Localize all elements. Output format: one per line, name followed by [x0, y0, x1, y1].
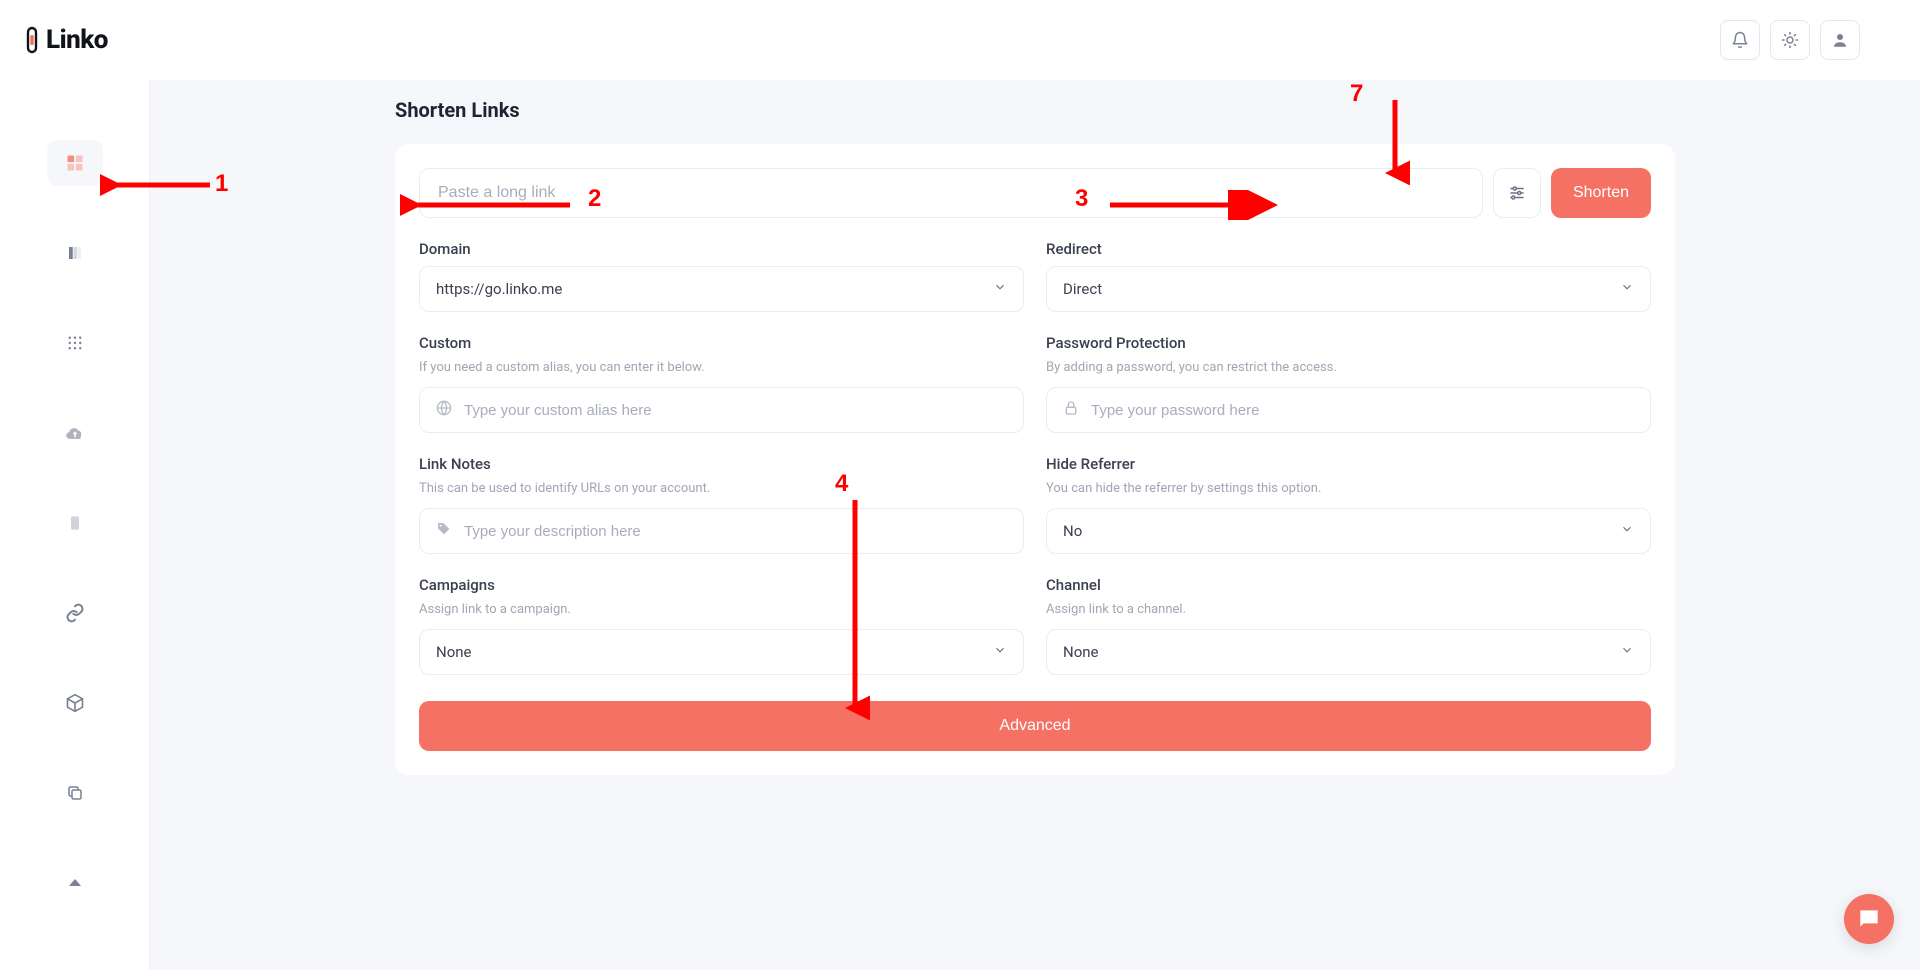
chevron-down-icon	[1620, 522, 1634, 540]
options-toggle-button[interactable]	[1493, 168, 1541, 218]
sidebar-item-device[interactable]	[47, 500, 103, 546]
notes-field: Link Notes This can be used to identify …	[419, 455, 1024, 554]
sidebar-item-box[interactable]	[47, 680, 103, 726]
notes-input[interactable]	[464, 523, 1007, 540]
dots-grid-icon	[66, 334, 84, 352]
phone-icon	[67, 513, 83, 533]
chat-launcher[interactable]	[1844, 894, 1894, 944]
channel-field: Channel Assign link to a channel. None	[1046, 576, 1651, 675]
topbar-actions	[1720, 20, 1920, 60]
chevron-down-icon	[993, 280, 1007, 298]
custom-help: If you need a custom alias, you can ente…	[419, 360, 1024, 375]
sidebar-item-pages[interactable]	[47, 230, 103, 276]
sidebar-item-qr[interactable]	[47, 320, 103, 366]
chevron-down-icon	[1620, 643, 1634, 661]
sidebar-item-dashboard[interactable]	[47, 140, 103, 186]
custom-field: Custom If you need a custom alias, you c…	[419, 334, 1024, 433]
campaigns-value: None	[436, 643, 472, 661]
brand-name: Linko	[46, 25, 108, 55]
password-field: Password Protection By adding a password…	[1046, 334, 1651, 433]
globe-icon	[436, 400, 452, 420]
content-scroll[interactable]: Shorten Links Shorten Domain	[150, 80, 1920, 970]
grid-icon	[65, 153, 85, 173]
hide-referrer-select[interactable]: No	[1046, 508, 1651, 554]
user-icon	[1831, 31, 1849, 49]
columns-icon	[66, 244, 84, 262]
url-row: Shorten	[419, 168, 1651, 218]
password-input[interactable]	[1091, 402, 1634, 419]
chevron-down-icon	[1620, 280, 1634, 298]
password-label: Password Protection	[1046, 334, 1651, 352]
logo[interactable]: Linko	[0, 25, 150, 55]
notes-help: This can be used to identify URLs on you…	[419, 481, 1024, 496]
hide-referrer-value: No	[1063, 522, 1082, 540]
redirect-label: Redirect	[1046, 240, 1651, 258]
sidebar-item-upload[interactable]	[47, 410, 103, 456]
redirect-select[interactable]: Direct	[1046, 266, 1651, 312]
logo-icon	[22, 26, 42, 54]
channel-value: None	[1063, 643, 1099, 661]
lock-icon	[1063, 400, 1079, 420]
channel-label: Channel	[1046, 576, 1651, 594]
shorten-button[interactable]: Shorten	[1551, 168, 1651, 218]
topbar: Linko	[0, 0, 1920, 80]
notifications-button[interactable]	[1720, 20, 1760, 60]
bell-icon	[1731, 31, 1749, 49]
channel-help: Assign link to a channel.	[1046, 602, 1651, 617]
password-help: By adding a password, you can restrict t…	[1046, 360, 1651, 375]
campaigns-select[interactable]: None	[419, 629, 1024, 675]
sidebar-item-copy[interactable]	[47, 770, 103, 816]
custom-label: Custom	[419, 334, 1024, 352]
cloud-upload-icon	[65, 423, 85, 443]
redirect-field: Redirect Direct	[1046, 240, 1651, 312]
theme-toggle-button[interactable]	[1770, 20, 1810, 60]
redirect-value: Direct	[1063, 280, 1102, 298]
domain-select[interactable]: https://go.linko.me	[419, 266, 1024, 312]
box-icon	[65, 693, 85, 713]
page-title: Shorten Links	[395, 98, 1675, 122]
hide-referrer-label: Hide Referrer	[1046, 455, 1651, 473]
notes-label: Link Notes	[419, 455, 1024, 473]
shorten-card: Shorten Domain https://go.linko.me	[395, 144, 1675, 775]
channel-select[interactable]: None	[1046, 629, 1651, 675]
sun-icon	[1781, 31, 1799, 49]
long-url-input[interactable]	[419, 168, 1483, 218]
sidebar-item-more[interactable]	[47, 860, 103, 906]
campaigns-label: Campaigns	[419, 576, 1024, 594]
chevron-down-icon	[993, 643, 1007, 661]
domain-label: Domain	[419, 240, 1024, 258]
campaigns-help: Assign link to a campaign.	[419, 602, 1024, 617]
link-icon	[65, 603, 85, 623]
copy-icon	[66, 784, 84, 802]
sidebar-item-links[interactable]	[47, 590, 103, 636]
tag-icon	[436, 521, 452, 541]
hide-referrer-help: You can hide the referrer by settings th…	[1046, 481, 1651, 496]
caret-up-icon	[69, 879, 81, 887]
chat-icon	[1856, 906, 1882, 932]
custom-alias-input[interactable]	[464, 402, 1007, 419]
user-menu-button[interactable]	[1820, 20, 1860, 60]
advanced-button[interactable]: Advanced	[419, 701, 1651, 751]
campaigns-field: Campaigns Assign link to a campaign. Non…	[419, 576, 1024, 675]
domain-value: https://go.linko.me	[436, 280, 562, 298]
sliders-icon	[1508, 184, 1526, 202]
hide-referrer-field: Hide Referrer You can hide the referrer …	[1046, 455, 1651, 554]
domain-field: Domain https://go.linko.me	[419, 240, 1024, 312]
sidebar	[0, 80, 150, 970]
